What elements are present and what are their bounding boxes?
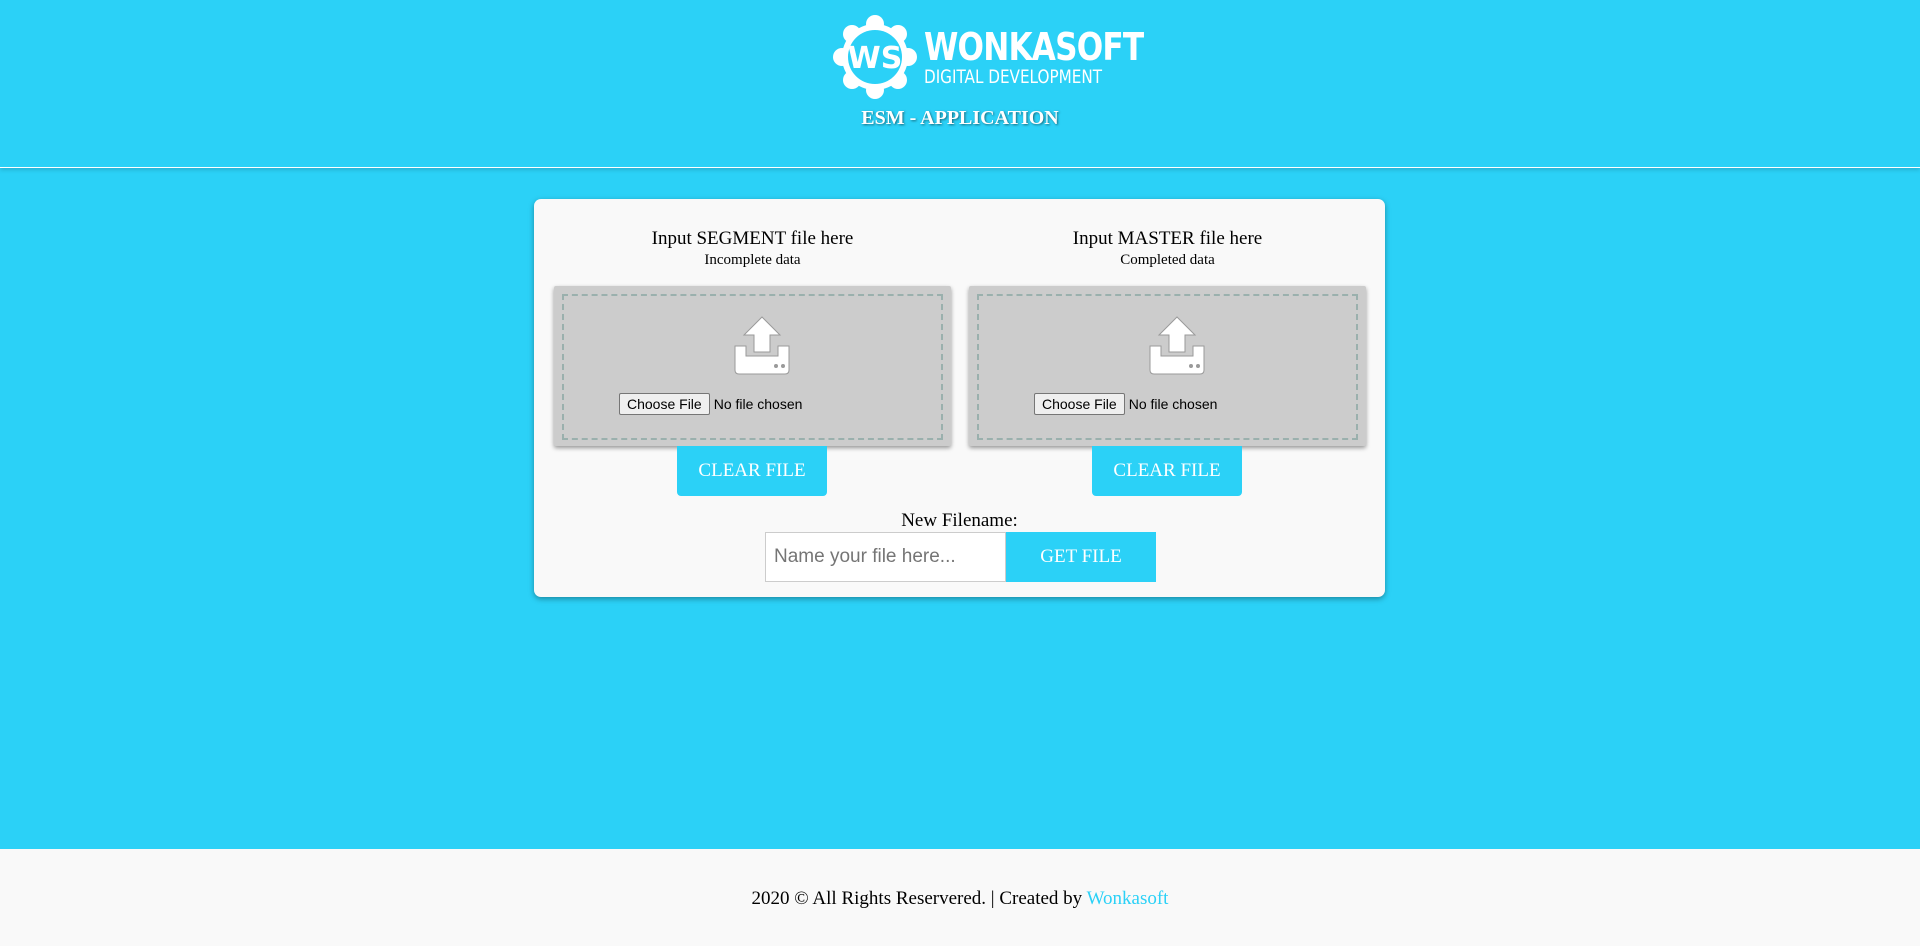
file-merge-card: Input SEGMENT file here Incomplete data …	[534, 199, 1385, 597]
footer-wonkasoft-link[interactable]: Wonkasoft	[1087, 888, 1169, 909]
get-file-button[interactable]: GET FILE	[1006, 532, 1156, 582]
segment-clear-file-button[interactable]: CLEAR FILE	[677, 446, 827, 496]
new-filename-label: New Filename:	[901, 510, 1018, 531]
segment-file-input[interactable]: Choose File No file chosen	[619, 393, 802, 415]
filename-row: GET FILE	[765, 532, 1156, 582]
logo-badge-icon: WS	[832, 14, 918, 100]
upload-icon	[1149, 316, 1205, 375]
master-title: Input MASTER file here	[1072, 228, 1263, 249]
segment-drop-zone[interactable]: Choose File No file chosen	[554, 286, 951, 446]
wonkasoft-logo[interactable]: WS WONKASOFT DIGITAL DEVELOPMENT	[832, 14, 1144, 100]
segment-subtitle: Incomplete data	[704, 252, 801, 268]
upload-icon	[734, 316, 790, 375]
master-drop-zone[interactable]: Choose File No file chosen	[969, 286, 1366, 446]
master-file-input[interactable]: Choose File No file chosen	[1034, 393, 1217, 415]
master-drop-border: Choose File No file chosen	[977, 294, 1358, 440]
logo-initials: WS	[848, 41, 903, 76]
footer-copyright: 2020 © All Rights Reservered. | Created …	[751, 888, 1087, 909]
site-footer: 2020 © All Rights Reservered. | Created …	[0, 849, 1920, 946]
logo-tagline: DIGITAL DEVELOPMENT	[924, 66, 1102, 88]
logo-text: WONKASOFT DIGITAL DEVELOPMENT	[924, 27, 1191, 87]
master-choose-file-button[interactable]: Choose File	[1034, 393, 1125, 415]
footer-text: 2020 © All Rights Reservered. | Created …	[0, 888, 1920, 910]
master-subtitle: Completed data	[1120, 252, 1215, 268]
site-header: WS WONKASOFT DIGITAL DEVELOPMENT ESM - A…	[0, 0, 1920, 168]
logo-name: WONKASOFT	[924, 25, 1144, 69]
master-clear-file-button[interactable]: CLEAR FILE	[1092, 446, 1242, 496]
segment-drop-border: Choose File No file chosen	[562, 294, 943, 440]
segment-title: Input SEGMENT file here	[651, 228, 854, 249]
master-file-status: No file chosen	[1128, 396, 1218, 412]
segment-file-status: No file chosen	[713, 396, 803, 412]
segment-choose-file-button[interactable]: Choose File	[619, 393, 710, 415]
app-title: ESM - APPLICATION	[861, 107, 1059, 129]
filename-input[interactable]	[765, 532, 1006, 582]
